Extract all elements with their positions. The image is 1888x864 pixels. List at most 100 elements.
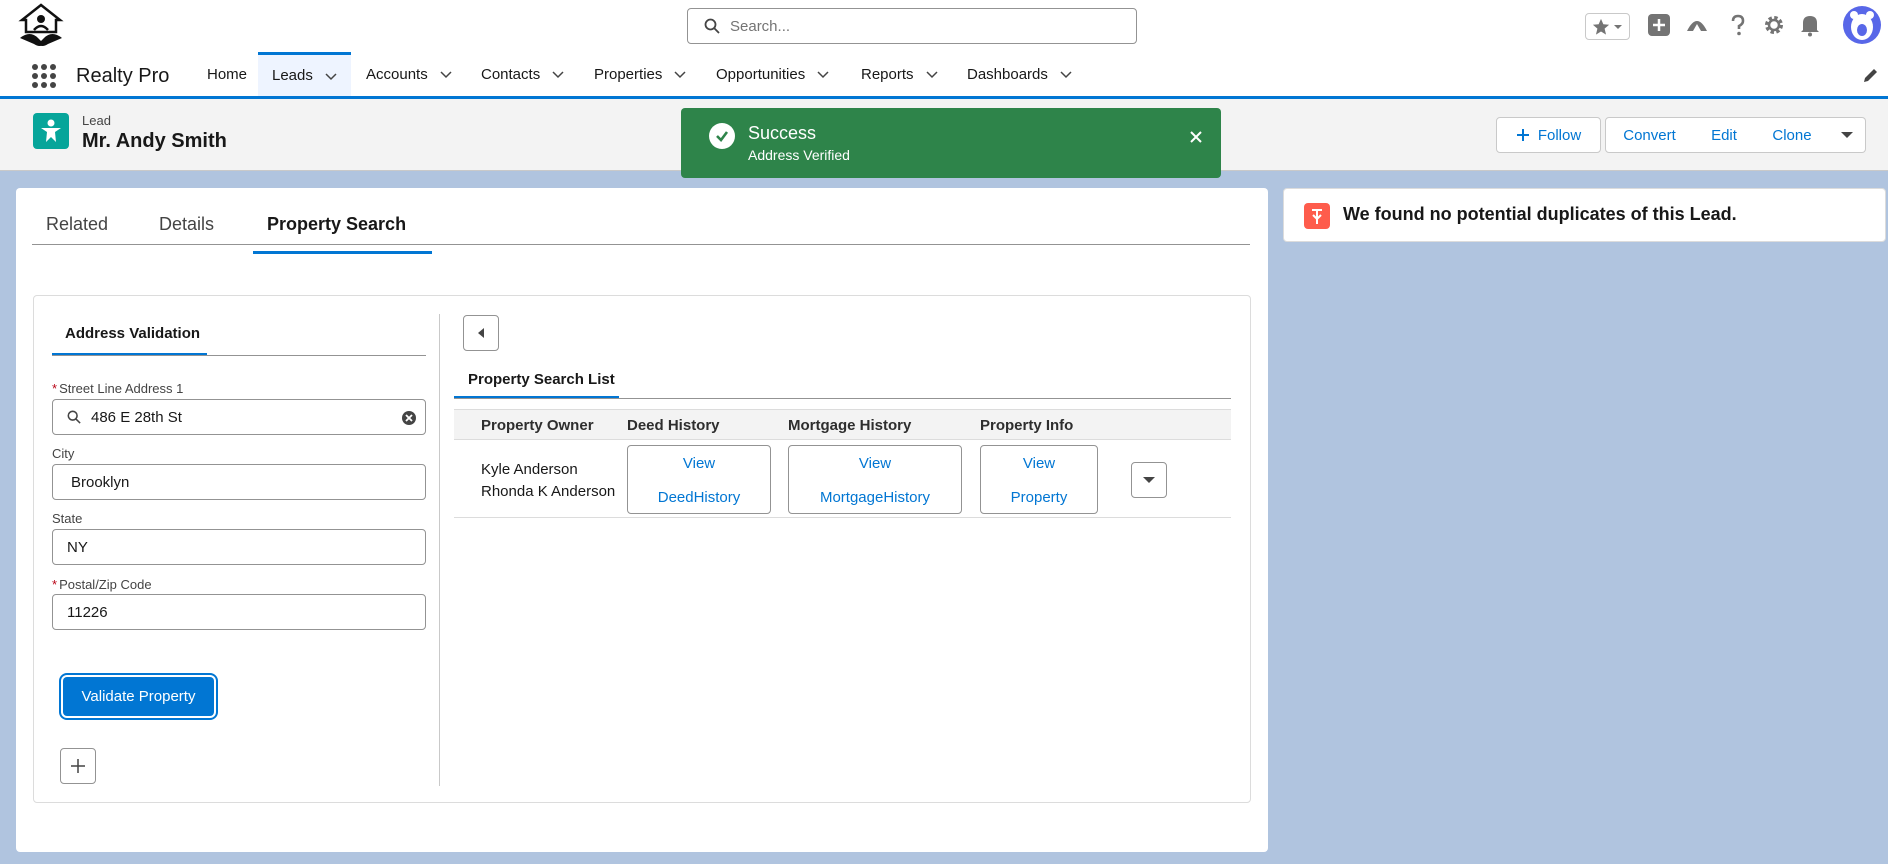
property-owner-2: Rhonda K Anderson (481, 483, 616, 500)
property-search-component: Address Validation * Street Line Address … (33, 295, 1251, 803)
tab-address-validation[interactable]: Address Validation (52, 314, 207, 356)
row-actions-button[interactable] (1131, 462, 1167, 498)
trailhead-icon[interactable] (1684, 12, 1710, 38)
required-marker: * (52, 381, 58, 396)
view-mortgage-history-button[interactable]: View MortgageHistory (788, 445, 962, 514)
tab-property-search-list[interactable]: Property Search List (454, 359, 619, 399)
postal-label-text: Postal/Zip Code (59, 577, 152, 592)
app-launcher-icon[interactable] (31, 63, 57, 89)
chevron-down-icon[interactable] (817, 68, 829, 80)
app-name: Realty Pro (76, 65, 170, 87)
clear-input-icon[interactable] (401, 410, 417, 426)
nav-item-properties[interactable]: Properties (594, 52, 686, 96)
star-icon (1592, 18, 1610, 35)
notification-bell-icon[interactable] (1797, 12, 1823, 38)
record-name: Mr. Andy Smith (82, 130, 227, 152)
postal-code-input[interactable]: 11226 (52, 594, 426, 630)
clone-button[interactable]: Clone (1755, 117, 1830, 153)
tab-underline (454, 398, 1231, 399)
button-label: View (858, 454, 892, 472)
panel-divider (439, 314, 440, 786)
column-header-property-owner: Property Owner (481, 417, 594, 434)
city-input[interactable]: Brooklyn (52, 464, 426, 500)
app-navigation-bar: Realty Pro Home Leads Accounts Contacts … (0, 52, 1888, 99)
street-value: 486 E 28th St (91, 408, 182, 426)
button-label: View (1022, 454, 1056, 472)
view-property-button[interactable]: View Property (980, 445, 1098, 514)
tab-label: Property Search List (468, 371, 615, 388)
close-icon[interactable] (1185, 126, 1207, 148)
view-deed-history-button[interactable]: View DeedHistory (627, 445, 771, 514)
tab-label: Property Search (267, 214, 407, 234)
nav-item-contacts[interactable]: Contacts (481, 52, 564, 96)
chevron-down-icon (1841, 132, 1853, 138)
tab-underline (52, 355, 426, 356)
chevron-down-icon[interactable] (325, 70, 337, 82)
collapse-panel-button[interactable] (463, 315, 499, 351)
chevron-down-icon[interactable] (552, 68, 564, 80)
setup-gear-icon[interactable] (1761, 12, 1787, 38)
state-value: NY (67, 538, 88, 556)
tab-related[interactable]: Related (46, 214, 108, 254)
main-record-card: Related Details Property Search Address … (16, 188, 1268, 852)
follow-button[interactable]: Follow (1496, 117, 1601, 153)
nav-item-dashboards[interactable]: Dashboards (967, 52, 1072, 96)
chevron-down-icon (1614, 24, 1622, 29)
nav-item-label: Home (207, 65, 248, 83)
edit-nav-pencil-icon[interactable] (1862, 66, 1880, 84)
search-placeholder: Search... (730, 17, 791, 35)
street-label: * Street Line Address 1 (52, 381, 183, 396)
help-icon[interactable] (1725, 12, 1751, 38)
convert-button[interactable]: Convert (1605, 117, 1694, 153)
chevron-down-icon (1143, 477, 1155, 483)
state-input[interactable]: NY (52, 529, 426, 565)
required-marker: * (52, 577, 58, 592)
nav-item-label: Properties (594, 65, 663, 83)
city-value: Brooklyn (71, 473, 130, 491)
success-toast: Success Address Verified (681, 108, 1221, 178)
plus-icon (71, 759, 85, 773)
follow-label: Follow (1537, 126, 1582, 144)
table-row: Kyle Anderson Rhonda K Anderson View Dee… (454, 440, 1231, 518)
realty-logo-icon[interactable] (16, 2, 66, 50)
add-button[interactable] (60, 748, 96, 784)
edit-button[interactable]: Edit (1693, 117, 1756, 153)
city-label: City (52, 446, 75, 461)
duplicate-merge-icon (1304, 203, 1330, 229)
search-icon (704, 18, 720, 34)
tabs-divider (32, 244, 1250, 245)
lead-record-icon (33, 113, 69, 149)
more-actions-button[interactable] (1829, 117, 1866, 153)
nav-item-label: Reports (861, 65, 914, 83)
edit-label: Edit (1711, 126, 1737, 144)
nav-item-reports[interactable]: Reports (861, 52, 938, 96)
global-search-input[interactable]: Search... (687, 8, 1137, 44)
global-actions-add-icon[interactable] (1646, 12, 1672, 38)
validate-property-button[interactable]: Validate Property (63, 677, 214, 716)
nav-item-home[interactable]: Home (207, 52, 247, 96)
tab-property-search[interactable]: Property Search (253, 214, 432, 254)
validate-label: Validate Property (81, 688, 196, 705)
chevron-down-icon[interactable] (674, 68, 686, 80)
chevron-down-icon[interactable] (1060, 68, 1072, 80)
favorites-button[interactable] (1585, 13, 1630, 40)
record-type: Lead (82, 113, 111, 128)
state-label: State (52, 511, 83, 526)
chevron-down-icon[interactable] (926, 68, 938, 80)
toast-message: Address Verified (748, 147, 850, 163)
tab-details[interactable]: Details (159, 214, 214, 254)
nav-item-leads[interactable]: Leads (258, 52, 351, 96)
button-label: Property (1010, 488, 1068, 506)
nav-item-label: Leads (272, 67, 313, 84)
tab-label: Details (159, 214, 215, 234)
postal-label: * Postal/Zip Code (52, 577, 152, 592)
button-label: MortgageHistory (819, 488, 931, 506)
user-avatar[interactable] (1843, 6, 1881, 44)
nav-item-opportunities[interactable]: Opportunities (716, 52, 829, 96)
street-address-input[interactable]: 486 E 28th St (52, 399, 426, 435)
chevron-down-icon[interactable] (440, 68, 452, 80)
button-label: DeedHistory (657, 488, 741, 506)
nav-item-label: Opportunities (716, 65, 806, 83)
duplicates-card: We found no potential duplicates of this… (1283, 188, 1886, 242)
nav-item-accounts[interactable]: Accounts (366, 52, 452, 96)
